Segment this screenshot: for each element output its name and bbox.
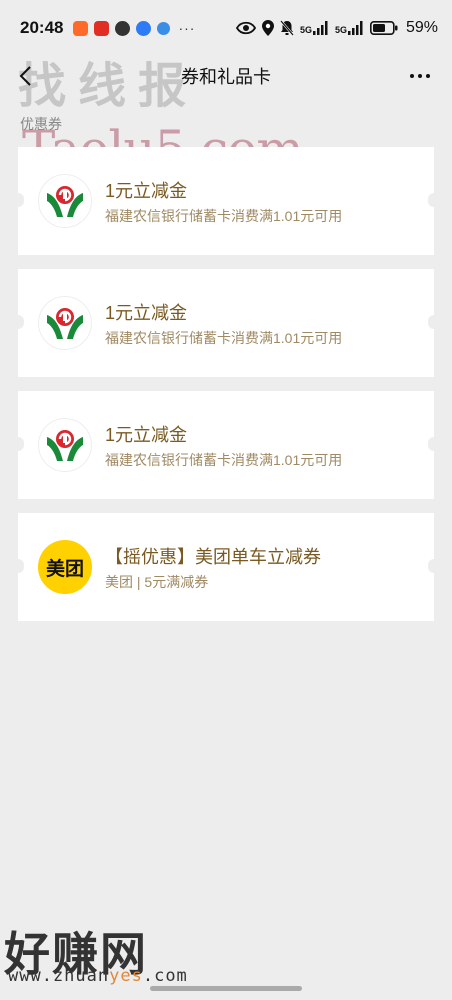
home-indicator[interactable] [150, 986, 302, 991]
coupon-card[interactable]: 美团 【摇优惠】美团单车立减券 美团 | 5元满减券 [12, 513, 440, 621]
watermark-bottom: 好赚网 [4, 927, 148, 981]
status-bar: 20:48 ··· 5G 5G 59% [0, 0, 452, 56]
fujian-rural-credit-logo [38, 174, 92, 228]
network-type-1: 5G [299, 25, 312, 35]
watermark-url-part: .com [142, 966, 188, 986]
signal-bars-icon [312, 21, 328, 35]
watermark-bottom-url: www.zhuanyes.com [8, 966, 188, 986]
coupon-card[interactable]: 1元立减金 福建农信银行储蓄卡消费满1.01元可用 [12, 269, 440, 377]
taobao-icon [73, 20, 89, 36]
coupon-description: 福建农信银行储蓄卡消费满1.01元可用 [105, 208, 343, 224]
watermark-url-highlight: yes [109, 966, 143, 986]
page-title: 券和礼品卡 [181, 67, 271, 87]
card-notch [12, 437, 24, 451]
status-bar-right: 5G 5G 59% [235, 19, 438, 37]
fujian-rural-credit-logo [38, 296, 92, 350]
fujian-rural-credit-logo [38, 418, 92, 472]
nav-bar: 券和礼品卡 [0, 56, 452, 96]
card-notch [12, 315, 24, 329]
pinduoduo-icon [94, 20, 110, 36]
status-time: 20:48 [20, 18, 64, 37]
card-notch [12, 193, 24, 207]
coupon-card[interactable]: 1元立减金 福建农信银行储蓄卡消费满1.01元可用 [12, 391, 440, 499]
coupon-card[interactable]: 1元立减金 福建农信银行储蓄卡消费满1.01元可用 [12, 147, 440, 255]
coupon-description: 福建农信银行储蓄卡消费满1.01元可用 [105, 452, 343, 468]
coupon-description: 福建农信银行储蓄卡消费满1.01元可用 [105, 330, 343, 346]
coupon-title: 1元立减金 [105, 303, 188, 323]
meituan-logo-text: 美团 [45, 558, 84, 580]
app-icon [115, 20, 131, 36]
dot-icon [418, 74, 422, 78]
signal-2: 5G [335, 21, 364, 35]
card-notch [428, 193, 440, 207]
chat-icon [136, 20, 152, 36]
battery-percent: 59% [405, 19, 438, 36]
coupon-title: 1元立减金 [105, 181, 188, 201]
back-button[interactable] [12, 62, 38, 90]
watermark-url-part: www.zhuan [8, 966, 110, 986]
bank-logo-icon [47, 308, 83, 339]
battery-icon [369, 21, 398, 35]
status-more-dots: ··· [178, 20, 196, 36]
coupon-description: 美团 | 5元满减券 [105, 574, 209, 590]
section-label-coupons: 优惠券 [20, 116, 62, 132]
card-notch [428, 559, 440, 573]
signal-bars-icon [347, 21, 363, 35]
more-options-button[interactable] [406, 64, 434, 88]
bank-logo-icon [47, 430, 83, 461]
coupon-title: 1元立减金 [105, 425, 188, 445]
coupon-list: 1元立减金 福建农信银行储蓄卡消费满1.01元可用 1元立减金 福建农信银行储蓄… [12, 147, 440, 635]
card-notch [428, 315, 440, 329]
network-type-2: 5G [334, 25, 347, 35]
mute-bell-icon [280, 20, 294, 36]
status-bar-left: 20:48 ··· [20, 18, 195, 38]
eye-icon [235, 21, 256, 35]
dot-icon [410, 74, 414, 78]
bank-logo-icon [47, 186, 83, 217]
meituan-logo: 美团 [38, 540, 92, 594]
chevron-left-icon [19, 66, 31, 86]
location-icon [261, 20, 274, 36]
card-notch [428, 437, 440, 451]
dot-icon [426, 74, 430, 78]
card-notch [12, 559, 24, 573]
signal-1: 5G [300, 21, 329, 35]
browser-icon [157, 21, 171, 35]
coupon-title: 【摇优惠】美团单车立减券 [105, 547, 321, 567]
